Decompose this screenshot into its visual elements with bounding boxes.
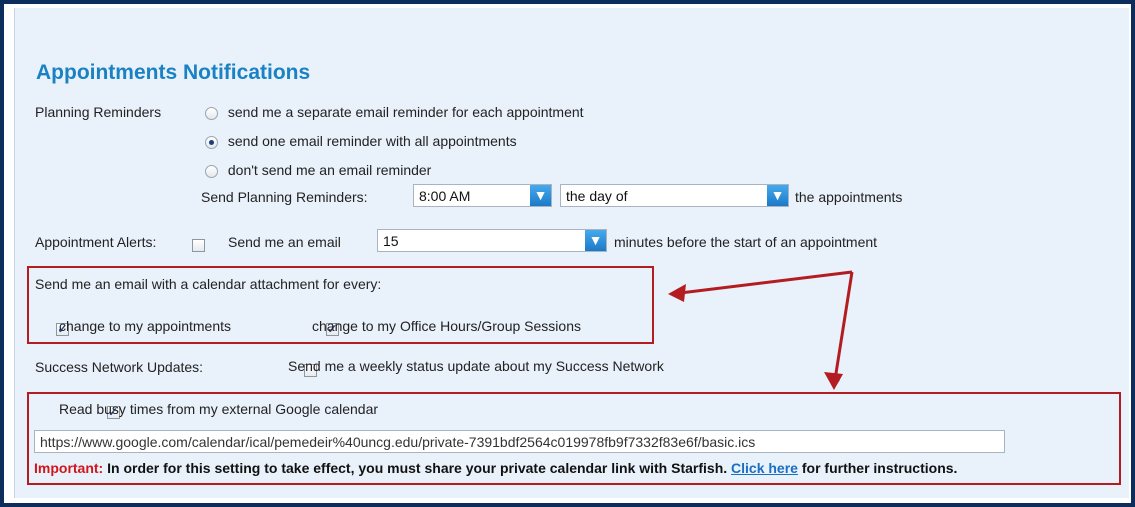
arrow-head-left (668, 284, 686, 302)
annotation-arrows (668, 270, 854, 390)
arrow-to-attachment-box (669, 270, 853, 299)
arrow-to-google-box (830, 271, 854, 389)
arrow-head-down (824, 372, 843, 390)
